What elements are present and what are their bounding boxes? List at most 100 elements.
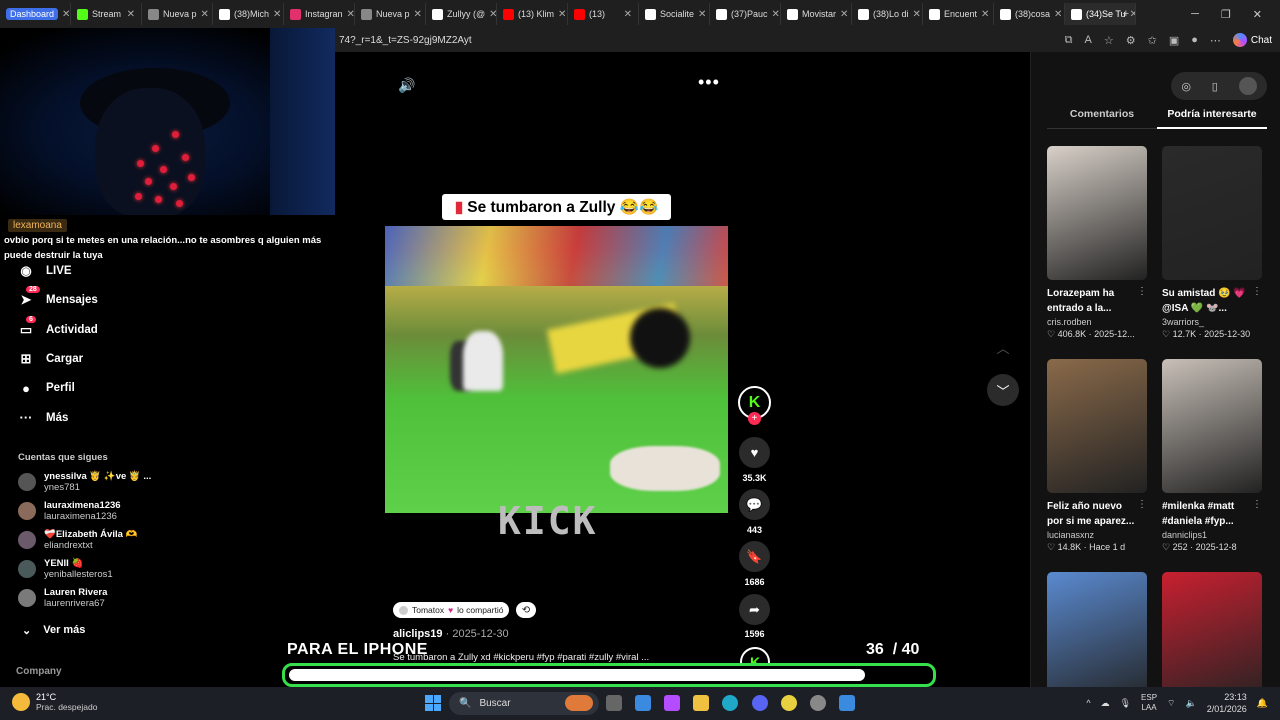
discord-icon[interactable]	[752, 695, 768, 711]
more-options-icon[interactable]: •••	[698, 72, 720, 93]
open-in-app-icon[interactable]: ⧉	[1065, 34, 1073, 47]
profile-avatar-icon[interactable]: ●	[1191, 34, 1198, 46]
following-account[interactable]: lauraximena1236 lauraximena1236	[18, 500, 121, 522]
close-tab-icon[interactable]: ✕	[558, 9, 566, 20]
comment-button[interactable]: 💬	[739, 489, 770, 520]
following-account[interactable]: YENII 🍓 yeniballesteros1	[18, 558, 113, 580]
sidebar-item-live[interactable]: ◉ LIVE	[18, 263, 71, 279]
new-tab-button[interactable]: +	[1123, 8, 1129, 20]
maximize-icon[interactable]: ❐	[1221, 8, 1231, 21]
see-more-button[interactable]: ⌄ Ver más	[22, 624, 85, 637]
minimize-icon[interactable]: ─	[1191, 8, 1199, 20]
recommended-video-card[interactable]: Lorazepam ha entrado a la... ⋮ cris.rodben…	[1047, 146, 1147, 340]
browser-tab[interactable]: Zullyy (@ ✕	[426, 3, 497, 25]
close-tab-icon[interactable]: ✕	[624, 9, 632, 20]
recommended-video-card[interactable]	[1047, 572, 1147, 706]
task-view-icon[interactable]	[606, 695, 622, 711]
card-menu-icon[interactable]: ⋮	[1137, 499, 1147, 510]
repost-button[interactable]: ⟲	[516, 602, 536, 618]
previous-video-button[interactable]: ︿	[987, 331, 1019, 363]
company-link[interactable]: Company	[16, 666, 62, 677]
card-menu-icon[interactable]: ⋮	[1252, 286, 1262, 297]
video-thumbnail[interactable]	[1162, 146, 1262, 280]
sidebar-item-más[interactable]: ··· Más	[18, 410, 69, 426]
browser-tab[interactable]: Nueva p ✕	[355, 3, 426, 25]
browser-tab[interactable]: (13) ✕	[568, 3, 639, 25]
follow-plus-icon[interactable]: +	[748, 412, 761, 425]
phone-icon[interactable]: ▯	[1212, 80, 1218, 93]
browser-tab[interactable]: (38)Lo di ✕	[852, 3, 923, 25]
card-menu-icon[interactable]: ⋮	[1137, 286, 1147, 297]
tab-comments[interactable]: Comentarios	[1047, 108, 1157, 129]
volume-icon[interactable]: 🔊	[398, 77, 415, 94]
browser-tab[interactable]: Movistar ✕	[781, 3, 852, 25]
next-video-button[interactable]: ﹀	[987, 374, 1019, 406]
browser-tab[interactable]: (38)Mich ✕	[213, 3, 284, 25]
close-tab-icon[interactable]: ✕	[347, 9, 354, 20]
store-icon[interactable]	[635, 695, 651, 711]
browser-tab[interactable]: Instagran ✕	[284, 3, 355, 25]
sidebar-item-perfil[interactable]: ● Perfil	[18, 380, 75, 396]
like-button[interactable]: ♥	[739, 437, 770, 468]
video-author[interactable]: aliclips19 · 2025-12-30	[393, 628, 509, 640]
recommended-video-card[interactable]: Feliz año nuevo por si me aparez... ⋮ luci…	[1047, 359, 1147, 553]
following-account[interactable]: ❤️‍🩹Elizabeth Ávila 🫶 eliandrextxt	[18, 529, 137, 551]
app-icon[interactable]	[839, 695, 855, 711]
sidebar-item-mensajes[interactable]: ➤ 28 Mensajes	[18, 286, 98, 308]
video-thumbnail[interactable]	[1162, 572, 1262, 706]
video-thumbnail[interactable]	[1047, 572, 1147, 706]
browser-tab[interactable]: (37)Pauc ✕	[710, 3, 781, 25]
close-tab-icon[interactable]: ✕	[772, 9, 780, 20]
favorites-icon[interactable]: ✩	[1148, 34, 1157, 47]
translate-icon[interactable]: A	[1085, 34, 1092, 46]
windows-start-icon[interactable]	[425, 695, 441, 711]
browser-tab[interactable]: Socialite ✕	[639, 3, 710, 25]
copilot-chat-button[interactable]: Chat	[1232, 33, 1272, 47]
card-menu-icon[interactable]: ⋮	[1252, 499, 1262, 510]
tab-recommended[interactable]: Podría interesarte	[1157, 108, 1267, 129]
browser-tab[interactable]: (38)cosa ✕	[994, 3, 1065, 25]
clock[interactable]: 23:13 2/01/2026	[1207, 691, 1247, 715]
share-button[interactable]: ➦	[739, 594, 770, 625]
avatar[interactable]	[1238, 77, 1257, 95]
edge-icon[interactable]	[722, 695, 738, 711]
sidebar-item-actividad[interactable]: ▭ 6 Actividad	[18, 315, 98, 338]
network-icon[interactable]: ☁	[1101, 698, 1110, 709]
bookmark-star-icon[interactable]: ☆	[1104, 34, 1114, 47]
following-account[interactable]: ynessilva 🤴 ✨ve 🤴 ... ynes781	[18, 471, 151, 493]
weather-widget[interactable]: 21°C Prac. despejado	[12, 692, 97, 712]
browser-tab[interactable]: (13) Klim ✕	[497, 3, 568, 25]
browser-tab[interactable]: Stream ✕	[71, 3, 142, 25]
recommended-video-card[interactable]	[1162, 572, 1262, 706]
close-tab-icon[interactable]: ✕	[127, 9, 135, 20]
close-tab-icon[interactable]: ✕	[62, 9, 70, 20]
following-account[interactable]: Lauren Rivera laurenrivera67	[18, 587, 107, 609]
recommended-video-card[interactable]: Su amistad 🥹 💗 @ISA 💚 🐭... ⋮ 3warriors_ ♡ 1…	[1162, 146, 1262, 340]
recommended-video-card[interactable]: #milenka #matt #daniela #fyp... ⋮ dannicli…	[1162, 359, 1262, 553]
sidebar-item-cargar[interactable]: ⊞ Cargar	[18, 351, 84, 367]
search-highlight-icon[interactable]	[565, 695, 593, 711]
save-button[interactable]: 🔖	[739, 541, 770, 572]
obs-icon[interactable]	[810, 695, 826, 711]
copilot-app-icon[interactable]	[664, 695, 680, 711]
mic-icon[interactable]: 🎙	[1120, 698, 1131, 709]
notifications-icon[interactable]: 🔔	[1257, 698, 1268, 709]
close-tab-icon[interactable]: ✕	[1054, 9, 1062, 20]
wifi-icon[interactable]: ⌔	[1167, 698, 1175, 709]
gaming-icon[interactable]: ◎	[1181, 80, 1191, 93]
video-thumbnail[interactable]	[1047, 359, 1147, 493]
close-tab-icon[interactable]: ✕	[201, 9, 209, 20]
video-player[interactable]	[385, 226, 728, 513]
volume-icon[interactable]: 🔈	[1186, 698, 1197, 709]
url-field[interactable]: 74?_r=1&_t=ZS-92gj9MZ2Ayt	[335, 35, 472, 46]
collections-icon[interactable]: ▣	[1169, 34, 1179, 47]
video-thumbnail[interactable]	[1047, 146, 1147, 280]
browser-menu-icon[interactable]: ⋯	[1210, 34, 1221, 47]
close-tab-icon[interactable]: ✕	[981, 9, 989, 20]
browser-tab[interactable]: Dashboard ✕	[0, 3, 71, 25]
close-tab-icon[interactable]: ✕	[698, 9, 706, 20]
close-tab-icon[interactable]: ✕	[840, 9, 848, 20]
file-explorer-icon[interactable]	[693, 695, 709, 711]
close-tab-icon[interactable]: ✕	[273, 9, 281, 20]
chevron-up-icon[interactable]: ^	[1086, 698, 1090, 708]
